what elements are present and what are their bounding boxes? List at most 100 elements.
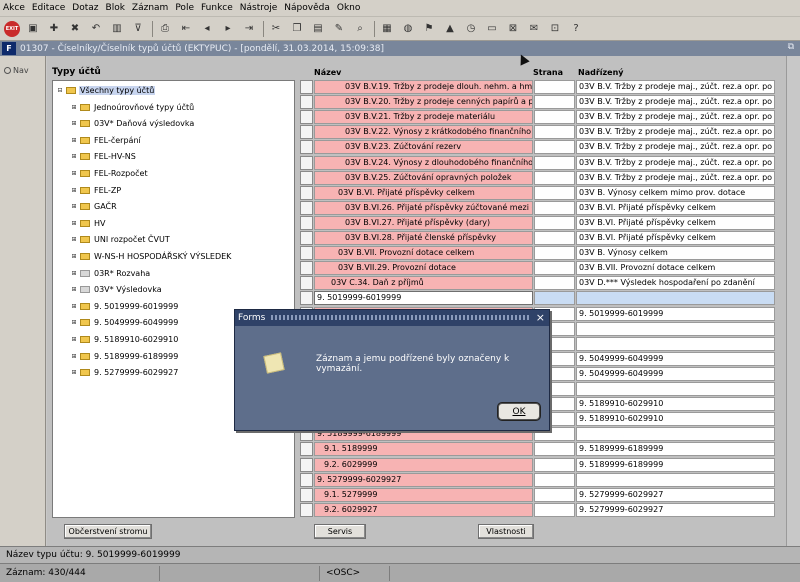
nadrizeny-cell[interactable]: 03V B.V. Tržby z prodeje maj., zúčt. rez…: [576, 95, 775, 110]
menu-item-3[interactable]: Blok: [106, 3, 125, 13]
table-row[interactable]: 03V B.VI.28. Přijaté členské příspěvky 03…: [300, 231, 784, 245]
mail-icon[interactable]: ✉: [526, 21, 542, 37]
expand-icon[interactable]: ⊞: [70, 286, 78, 294]
table-row[interactable]: 9. 5019999-6019999: [300, 291, 784, 306]
block-icon[interactable]: ▥: [109, 21, 125, 37]
nazev-cell[interactable]: 03V B.VI.27. Přijaté příspěvky (dary): [314, 215, 533, 230]
filter-icon[interactable]: ⊽: [130, 21, 146, 37]
expand-icon[interactable]: ⊞: [70, 203, 78, 211]
nadrizeny-cell[interactable]: 03V B.V. Tržby z prodeje maj., zúčt. rez…: [576, 155, 775, 170]
nazev-cell[interactable]: 03V B.VI. Přijaté příspěvky celkem: [314, 185, 533, 200]
menu-item-5[interactable]: Pole: [175, 3, 194, 13]
save-icon[interactable]: ▣: [25, 21, 41, 37]
table-row[interactable]: 9.1. 5279999 9. 5279999-6029927: [300, 487, 784, 502]
nazev-cell[interactable]: 03V B.VI.28. Přijaté členské příspěvky: [314, 231, 533, 245]
print-icon[interactable]: ⎙: [157, 21, 173, 37]
nazev-cell[interactable]: 03V B.V.25. Zúčtování opravných položek: [314, 170, 533, 185]
nadrizeny-cell[interactable]: 03V B. Výnosy celkem: [576, 246, 775, 261]
menu-item-4[interactable]: Záznam: [132, 3, 168, 13]
strana-cell[interactable]: [534, 185, 575, 200]
strana-cell[interactable]: [534, 200, 575, 215]
attachment-icon[interactable]: ▦: [379, 21, 395, 37]
expand-icon[interactable]: ⊞: [70, 336, 78, 344]
first-record-icon[interactable]: ⇤: [178, 21, 194, 37]
table-row[interactable]: 03V B.VII.29. Provozní dotace 03V B.VII. …: [300, 261, 784, 276]
copy-icon[interactable]: ❐: [289, 21, 305, 37]
previous-record-icon[interactable]: ◂: [199, 21, 215, 37]
row-selector[interactable]: [300, 200, 313, 215]
last-record-icon[interactable]: ⇥: [241, 21, 257, 37]
strana-cell[interactable]: [534, 155, 575, 170]
strana-cell[interactable]: [534, 110, 575, 125]
exit-icon[interactable]: EXIT: [4, 20, 20, 37]
menu-item-2[interactable]: Dotaz: [72, 3, 98, 13]
table-row[interactable]: 03V B.VII. Provozní dotace celkem 03V B. …: [300, 246, 784, 261]
tree-node[interactable]: ⊞ 03V* Daňová výsledovka: [70, 117, 195, 130]
row-selector[interactable]: [300, 185, 313, 200]
row-selector[interactable]: [300, 110, 313, 125]
nadrizeny-cell[interactable]: 9. 5189999-6189999: [576, 457, 775, 472]
strana-cell[interactable]: [534, 457, 575, 472]
table-row[interactable]: 03V B.V.25. Zúčtování opravných položek 0…: [300, 170, 784, 185]
row-selector[interactable]: [300, 125, 313, 140]
table-row[interactable]: 03V B.VI. Přijaté příspěvky celkem 03V B.…: [300, 185, 784, 200]
strana-cell[interactable]: [534, 261, 575, 276]
strana-cell[interactable]: [534, 291, 575, 306]
tree-node[interactable]: ⊞ 9. 5279999-6029927: [70, 366, 179, 379]
tree-node[interactable]: ⊞ 9. 5019999-6019999: [70, 300, 179, 313]
nazev-cell[interactable]: 03V B.V.19. Tržby z prodeje dlouh. nehm.…: [314, 80, 533, 94]
tree-node[interactable]: ⊞ FEL-Rozpočet: [70, 167, 149, 180]
nadrizeny-cell[interactable]: 03V D.*** Výsledek hospodaření po zdaněn…: [576, 276, 775, 291]
strana-cell[interactable]: [534, 472, 575, 487]
nazev-cell[interactable]: 03V B.VII.29. Provozní dotace: [314, 261, 533, 276]
tree-node[interactable]: ⊞ 03R* Rozvaha: [70, 267, 151, 280]
nazev-cell[interactable]: 03V B.V.23. Zúčtování rezerv: [314, 140, 533, 155]
undo-icon[interactable]: ↶: [88, 21, 104, 37]
tree-node[interactable]: ⊞ UNI rozpočet ČVUT: [70, 233, 171, 246]
expand-icon[interactable]: ⊞: [70, 253, 78, 261]
nadrizeny-cell[interactable]: 9. 5189910-6029910: [576, 412, 775, 427]
table-row[interactable]: 03V B.V.22. Výnosy z krátkodobého finanč…: [300, 125, 784, 140]
nadrizeny-cell[interactable]: 03V B.VI. Přijaté příspěvky celkem: [576, 215, 775, 230]
next-record-icon[interactable]: ▸: [220, 21, 236, 37]
row-selector[interactable]: [300, 442, 313, 457]
nazev-cell[interactable]: 03V B.VI.26. Přijaté příspěvky zúčtované…: [314, 200, 533, 215]
nadrizeny-cell[interactable]: 03V B.VII. Provozní dotace celkem: [576, 261, 775, 276]
tree-node[interactable]: ⊞ 9. 5049999-6049999: [70, 316, 179, 329]
expand-icon[interactable]: ⊞: [70, 269, 78, 277]
row-selector[interactable]: [300, 472, 313, 487]
row-selector[interactable]: [300, 155, 313, 170]
nadrizeny-cell[interactable]: 03V B.V. Tržby z prodeje maj., zúčt. rez…: [576, 140, 775, 155]
nazev-cell[interactable]: 9.1. 5189999: [314, 442, 533, 457]
row-selector[interactable]: [300, 487, 313, 502]
menu-item-7[interactable]: Nástroje: [240, 3, 278, 13]
stamp-icon[interactable]: ⊡: [547, 21, 563, 37]
nazev-cell[interactable]: 03V B.VII. Provozní dotace celkem: [314, 246, 533, 261]
nazev-cell[interactable]: 9.2. 6029999: [314, 457, 533, 472]
table-row[interactable]: 03V B.V.19. Tržby z prodeje dlouh. nehm.…: [300, 80, 784, 94]
clock-icon[interactable]: ◷: [463, 21, 479, 37]
find-icon[interactable]: ⌕: [352, 21, 368, 37]
strana-cell[interactable]: [534, 442, 575, 457]
strana-cell[interactable]: [534, 95, 575, 110]
tree-node[interactable]: ⊟ Všechny typy účtů: [56, 84, 156, 97]
vertical-scrollbar[interactable]: [786, 56, 800, 546]
tree-node[interactable]: ⊞ Jednoúrovňové typy účtů: [70, 101, 195, 114]
tree-node[interactable]: ⊞ FEL-čerpání: [70, 134, 142, 147]
row-selector[interactable]: [300, 276, 313, 291]
help-icon[interactable]: ?: [568, 21, 584, 37]
nadrizeny-cell[interactable]: 03V B. Výnosy celkem mimo prov. dotace: [576, 185, 775, 200]
nadrizeny-cell[interactable]: [576, 382, 775, 396]
nadrizeny-cell[interactable]: 03V B.V. Tržby z prodeje maj., zúčt. rez…: [576, 80, 775, 94]
table-row[interactable]: 9.2. 6029927 9. 5279999-6029927: [300, 502, 784, 517]
expand-icon[interactable]: ⊞: [70, 236, 78, 244]
paste-icon[interactable]: ▤: [310, 21, 326, 37]
expand-icon[interactable]: ⊞: [70, 219, 78, 227]
row-selector[interactable]: [300, 95, 313, 110]
strana-cell[interactable]: [534, 231, 575, 245]
row-selector[interactable]: [300, 140, 313, 155]
globe-icon[interactable]: ◍: [400, 21, 416, 37]
row-selector[interactable]: [300, 261, 313, 276]
expand-icon[interactable]: ⊞: [70, 120, 78, 128]
tree-node[interactable]: ⊞ 9. 5189999-6189999: [70, 350, 179, 363]
